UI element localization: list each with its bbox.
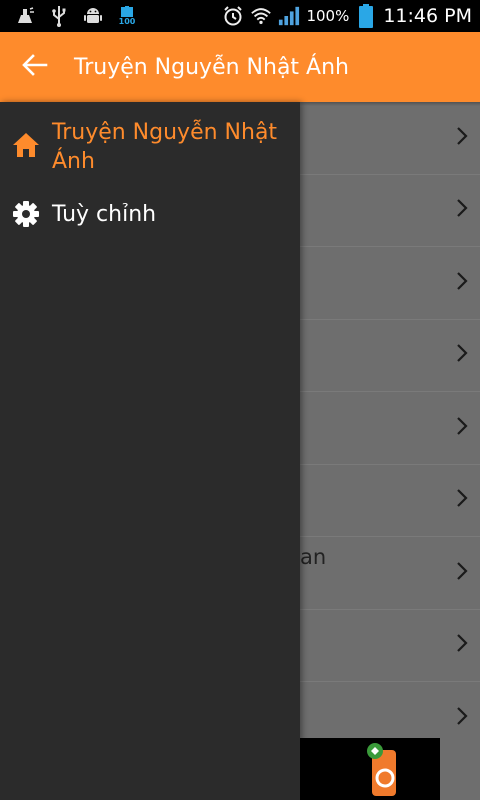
ad-logo-icon — [366, 742, 400, 796]
chevron-right-icon — [456, 343, 468, 367]
usb-icon — [48, 5, 70, 27]
battery-percent: 100% — [306, 7, 350, 25]
drawer-item-settings[interactable]: Tuỳ chỉnh — [0, 186, 300, 242]
chevron-right-icon — [456, 198, 468, 222]
back-button[interactable] — [0, 32, 70, 102]
chevron-right-icon — [456, 416, 468, 440]
back-arrow-icon — [22, 54, 48, 80]
notification-badge: 100 — [118, 17, 136, 26]
home-icon — [0, 118, 52, 158]
chevron-right-icon — [456, 271, 468, 295]
ad-banner[interactable] — [300, 738, 440, 800]
chevron-right-icon — [456, 126, 468, 150]
app-bar: Truyện Nguyễn Nhật Ánh — [0, 32, 480, 102]
alarm-icon — [222, 5, 244, 27]
clock: 11:46 PM — [383, 5, 472, 27]
chevron-right-icon — [456, 561, 468, 585]
navigation-drawer: Truyện Nguyễn Nhật Ánh Tuỳ chỉnh — [0, 102, 300, 800]
android-debug-icon — [82, 5, 104, 27]
drawer-item-label: Truyện Nguyễn Nhật Ánh — [52, 120, 278, 174]
notification-icons: 100 — [0, 0, 138, 32]
chevron-right-icon — [456, 706, 468, 730]
chevron-right-icon — [456, 633, 468, 657]
cleaner-icon — [14, 5, 36, 27]
app-title: Truyện Nguyễn Nhật Ánh — [74, 54, 349, 80]
battery-100-icon: 100 — [116, 5, 138, 27]
battery-icon — [355, 4, 377, 28]
chevron-right-icon — [456, 488, 468, 512]
list-item-partial-text: an — [300, 545, 327, 569]
drawer-item-home[interactable]: Truyện Nguyễn Nhật Ánh — [0, 102, 300, 186]
system-status: 100% 11:46 PM — [222, 0, 480, 32]
wifi-icon — [250, 5, 272, 27]
drawer-item-label: Tuỳ chỉnh — [52, 201, 157, 227]
gear-icon — [0, 200, 52, 228]
signal-icon — [278, 5, 300, 27]
status-bar: 100 100% 11:46 PM — [0, 0, 480, 32]
